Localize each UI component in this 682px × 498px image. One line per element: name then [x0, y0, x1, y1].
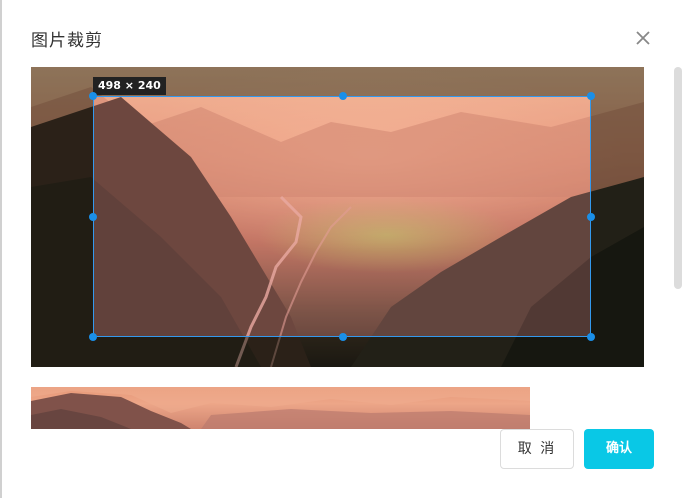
- window-edge: [0, 0, 2, 498]
- crop-handle-top-middle[interactable]: [339, 92, 347, 100]
- crop-preview-tint: [31, 387, 530, 429]
- crop-preview: [31, 387, 530, 429]
- crop-handle-bottom-left[interactable]: [89, 333, 97, 341]
- close-icon[interactable]: [633, 28, 653, 48]
- cancel-button[interactable]: 取 消: [500, 429, 574, 469]
- crop-handle-middle-left[interactable]: [89, 213, 97, 221]
- crop-handle-top-right[interactable]: [587, 92, 595, 100]
- crop-size-label: 498 × 240: [93, 77, 166, 95]
- dialog-title: 图片裁剪: [31, 31, 103, 51]
- confirm-button[interactable]: 确认: [584, 429, 654, 469]
- crop-handle-middle-right[interactable]: [587, 213, 595, 221]
- crop-selection-box[interactable]: [93, 96, 591, 337]
- crop-selection-tint: [94, 97, 590, 336]
- crop-handle-bottom-middle[interactable]: [339, 333, 347, 341]
- scrollbar-thumb[interactable]: [674, 67, 682, 289]
- crop-canvas[interactable]: 498 × 240: [31, 67, 644, 367]
- crop-handle-top-left[interactable]: [89, 92, 97, 100]
- crop-handle-bottom-right[interactable]: [587, 333, 595, 341]
